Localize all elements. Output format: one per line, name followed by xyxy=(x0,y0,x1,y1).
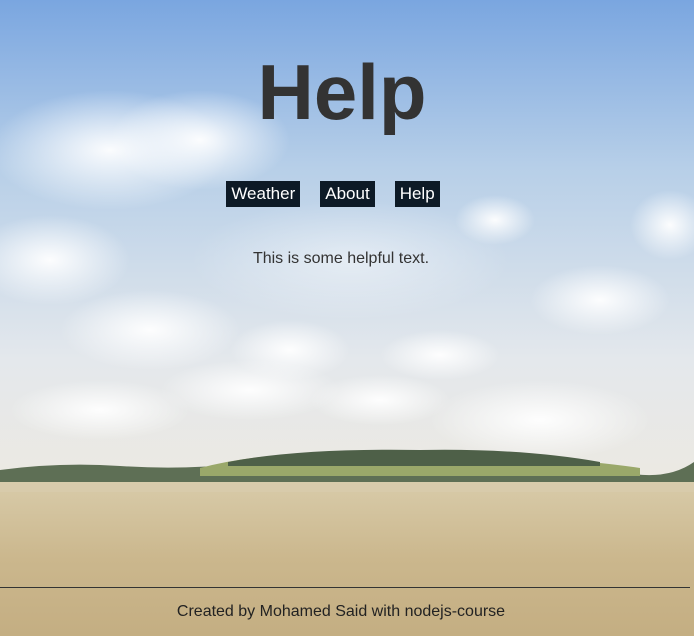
nav-link-about[interactable]: About xyxy=(320,181,375,207)
footer-divider xyxy=(0,587,690,588)
nav-bar: Weather About Help xyxy=(0,181,666,207)
page-content: Help Weather About Help This is some helpf… xyxy=(0,0,694,636)
footer-text: Created by Mohamed Said with nodejs-cour… xyxy=(176,603,506,620)
nav-link-weather[interactable]: Weather xyxy=(226,181,301,207)
page-title: Help xyxy=(257,48,427,136)
nav-link-help[interactable]: Help xyxy=(394,181,440,207)
help-text: This is some helpful text. xyxy=(252,250,430,267)
